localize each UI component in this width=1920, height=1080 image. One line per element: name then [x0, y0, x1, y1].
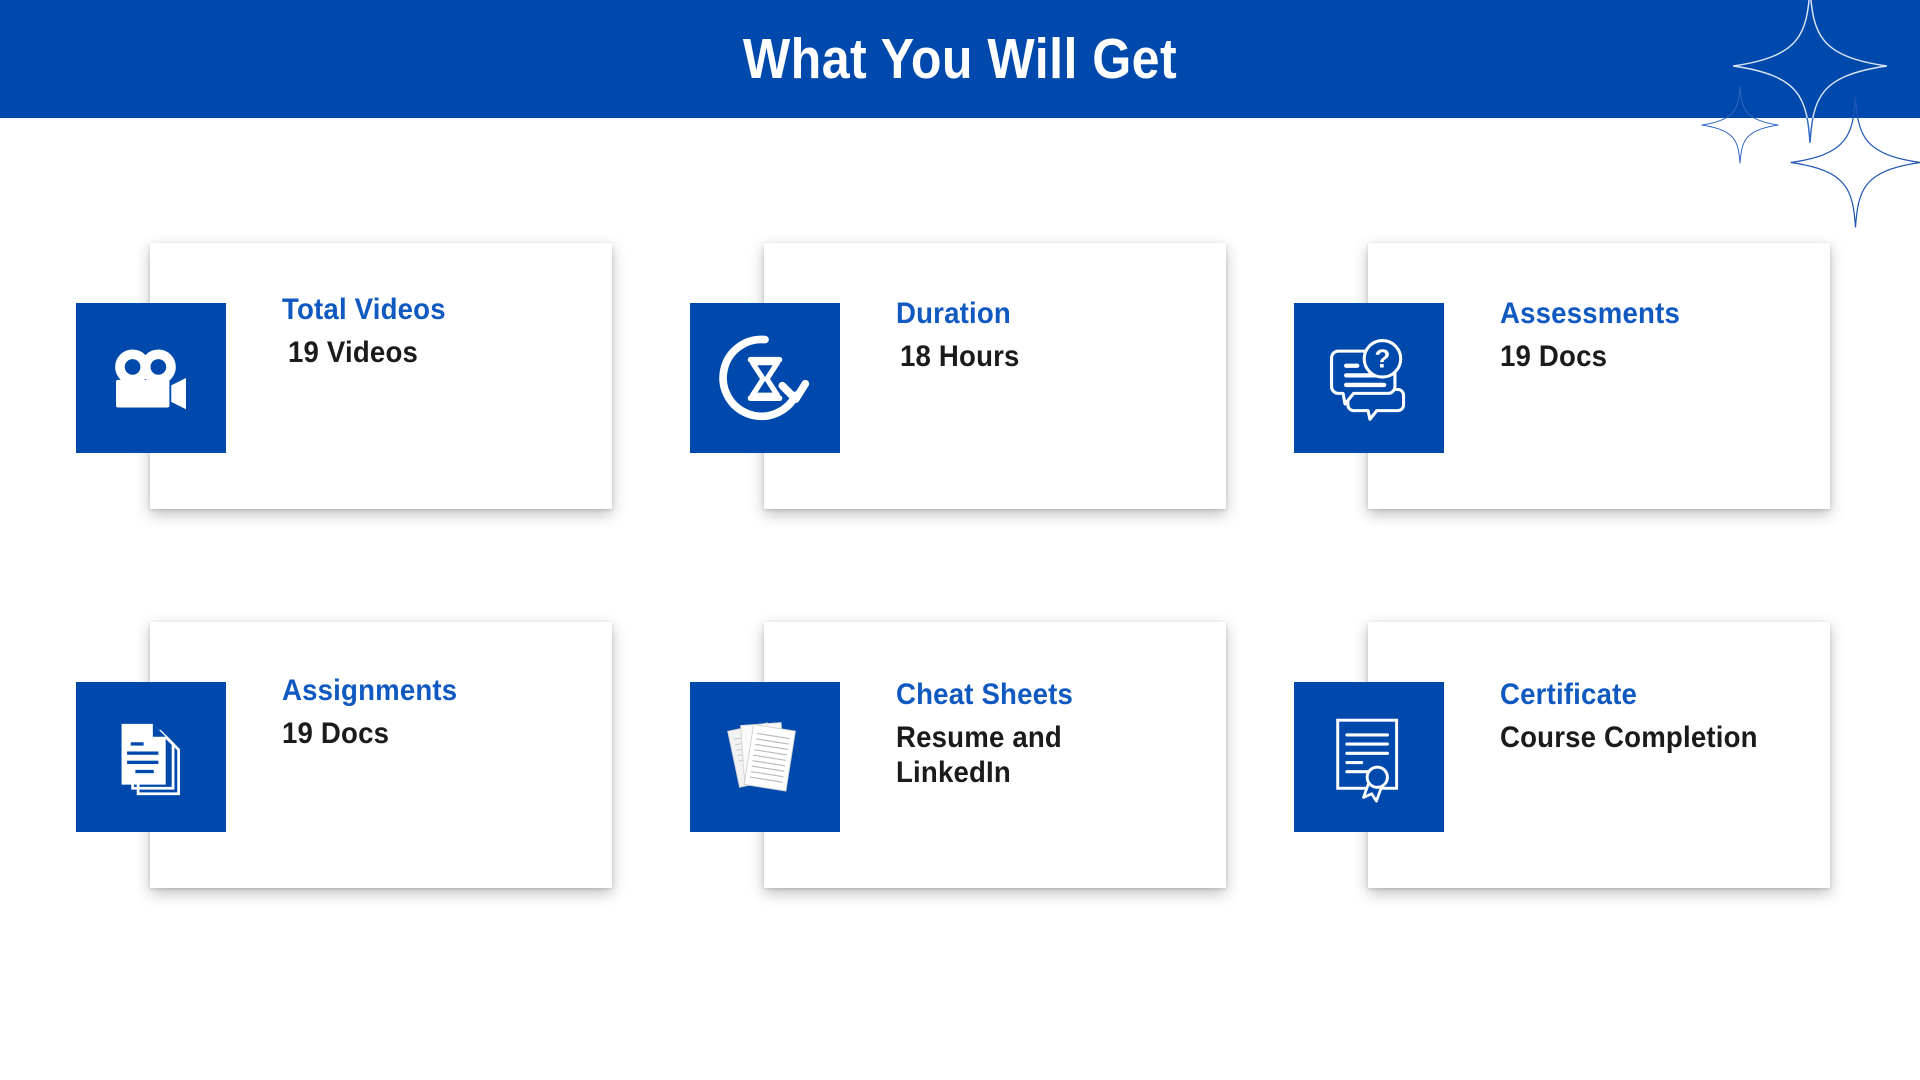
card-value: 19 Videos [288, 336, 419, 369]
card-title: Cheat Sheets [896, 678, 1074, 711]
card-value: Course Completion [1500, 721, 1758, 754]
card-title: Certificate [1500, 678, 1638, 711]
card-text-block: Assessments 19 Docs [1500, 299, 1840, 374]
card-title: Total Videos [282, 293, 446, 326]
card-value: 19 Docs [282, 717, 390, 750]
card-title: Assignments [282, 674, 458, 707]
card-text-block: Duration 18 Hours [896, 299, 1236, 374]
card-text-block: Certificate Course Completion [1500, 680, 1840, 755]
card-value: 18 Hours [900, 340, 1020, 373]
feature-cards-grid: Total Videos 19 Videos Duration 18 Hours [0, 0, 1920, 1080]
certificate-ribbon-icon [1294, 682, 1444, 832]
card-text-block: Assignments 19 Docs [282, 676, 622, 751]
card-value: 19 Docs [1500, 340, 1608, 373]
card-text-block: Total Videos 19 Videos [282, 295, 622, 370]
chat-question-icon: ? [1294, 303, 1444, 453]
card-cheat-sheets[interactable]: Cheat Sheets Resume and LinkedIn [690, 622, 1300, 952]
card-assessments[interactable]: ? Assessments 19 Docs [1294, 243, 1904, 573]
card-certificate[interactable]: Certificate Course Completion [1294, 622, 1904, 952]
papers-scatter-icon [690, 682, 840, 832]
page-title: What You Will Get [742, 27, 1178, 91]
card-total-videos[interactable]: Total Videos 19 Videos [76, 243, 686, 573]
card-value: Resume and LinkedIn [896, 721, 1062, 790]
card-text-block: Cheat Sheets Resume and LinkedIn [896, 680, 1236, 790]
document-stack-icon [76, 682, 226, 832]
card-assignments[interactable]: Assignments 19 Docs [76, 622, 686, 952]
hourglass-refresh-icon [690, 303, 840, 453]
svg-text:?: ? [1375, 345, 1391, 373]
card-duration[interactable]: Duration 18 Hours [690, 243, 1300, 573]
card-title: Assessments [1500, 297, 1681, 330]
video-camera-icon [76, 303, 226, 453]
header-banner: What You Will Get [0, 0, 1920, 118]
card-title: Duration [896, 297, 1011, 330]
